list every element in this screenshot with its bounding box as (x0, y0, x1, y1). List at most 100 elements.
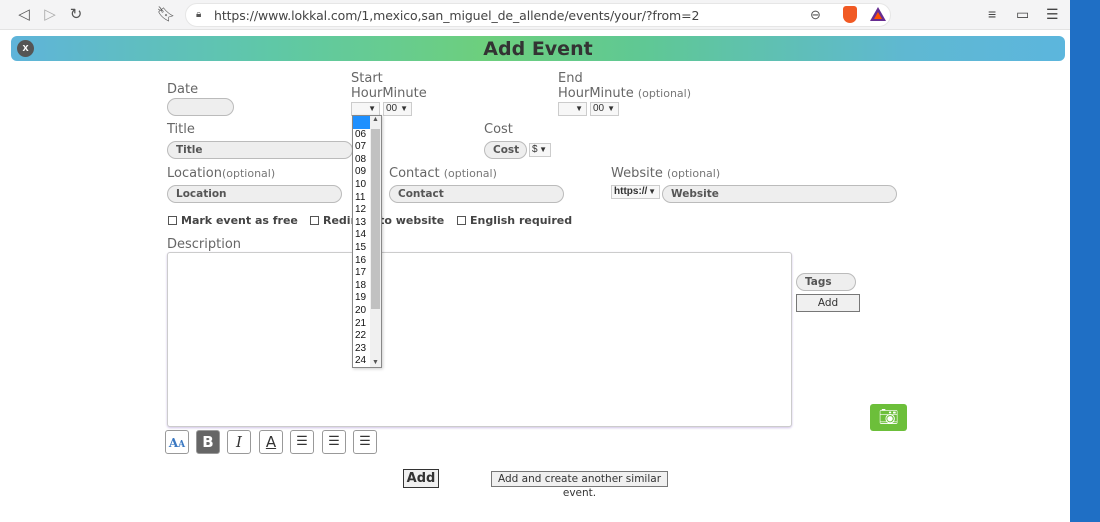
font-color-icon[interactable]: A (259, 430, 283, 454)
hour-option[interactable]: 08 (353, 154, 370, 167)
add-another-button[interactable]: Add and create another similar event. (491, 471, 668, 499)
description-editor[interactable] (167, 252, 792, 427)
date-label: Date (167, 82, 199, 97)
scroll-up-icon[interactable]: ▲ (371, 116, 380, 123)
start-minute-value: 00 (386, 103, 398, 114)
scroll-thumb[interactable] (371, 129, 380, 309)
tags-add-button[interactable]: Add (796, 294, 860, 312)
cost-input[interactable]: Cost (484, 141, 527, 159)
currency-select[interactable]: $ ▼ (529, 143, 551, 157)
hour-option[interactable]: 18 (353, 280, 370, 293)
align-center-icon[interactable]: ☰ (322, 430, 346, 454)
contact-label: Contact (optional) (389, 166, 497, 181)
url-text[interactable]: https://www.lokkal.com/1,mexico,san_migu… (214, 8, 699, 23)
hour-option[interactable]: 17 (353, 267, 370, 280)
website-input[interactable]: Website (662, 185, 897, 203)
desktop-background (1070, 0, 1100, 522)
align-right-icon[interactable]: ☰ (353, 430, 377, 454)
checkbox-redirect-box[interactable] (310, 216, 319, 225)
hour-option[interactable]: 23 (353, 343, 370, 356)
dropdown-scrollbar[interactable]: ▲ ▼ (370, 116, 381, 367)
camera-icon[interactable]: 📷︎ (870, 404, 907, 431)
playlist-icon[interactable]: ≡ (988, 6, 996, 22)
checkbox-english[interactable]: English required (457, 214, 572, 227)
hour-option[interactable]: 22 (353, 330, 370, 343)
checkbox-english-box[interactable] (457, 216, 466, 225)
chevron-down-icon: ▼ (400, 104, 408, 113)
address-bar[interactable]: 🔒︎ https://www.lokkal.com/1,mexico,san_m… (185, 3, 891, 27)
brave-shields-icon[interactable] (843, 6, 857, 23)
end-minute-select[interactable]: 00 ▼ (590, 102, 619, 116)
contact-optional: (optional) (443, 167, 497, 180)
hour-option[interactable]: 19 (353, 292, 370, 305)
brave-rewards-icon[interactable] (870, 7, 886, 21)
currency-value: $ (532, 144, 538, 155)
date-input[interactable] (167, 98, 234, 116)
hour-option[interactable]: 12 (353, 204, 370, 217)
hour-option[interactable]: 09 (353, 166, 370, 179)
hour-option[interactable] (353, 116, 370, 129)
hour-option[interactable]: 14 (353, 229, 370, 242)
align-left-icon[interactable]: ☰ (290, 430, 314, 454)
hour-option[interactable]: 15 (353, 242, 370, 255)
chevron-down-icon: ▼ (539, 145, 547, 154)
protocol-select[interactable]: https://▼ (611, 185, 660, 199)
zoom-icon[interactable]: ⊖ (810, 7, 821, 23)
end-label: End (558, 71, 583, 86)
end-hourminute-text: HourMinute (558, 86, 634, 101)
chevron-down-icon: ▼ (607, 104, 615, 113)
add-button[interactable]: Add (403, 469, 439, 488)
bookmark-icon[interactable]: 🔖︎ (156, 5, 176, 25)
hour-option[interactable]: 07 (353, 141, 370, 154)
start-minute-select[interactable]: 00 ▼ (383, 102, 412, 116)
hour-option[interactable]: 24 (353, 355, 370, 367)
end-hour-select[interactable]: ▼ (558, 102, 587, 116)
checkbox-english-label: English required (470, 214, 573, 227)
start-hourminute-label: HourMinute (351, 86, 427, 101)
hour-option[interactable]: 20 (353, 305, 370, 318)
lock-icon: 🔒︎ (196, 9, 202, 20)
protocol-value: https:// (614, 186, 648, 197)
end-minute-value: 00 (593, 103, 605, 114)
cost-label: Cost (484, 122, 513, 137)
checkbox-free[interactable]: Mark event as free (168, 214, 298, 227)
end-hourminute-label: HourMinute (optional) (558, 86, 691, 101)
location-input[interactable]: Location (167, 185, 342, 203)
contact-label-text: Contact (389, 166, 440, 181)
contact-input[interactable]: Contact (389, 185, 564, 203)
browser-toolbar: ◁ ▷ ↻ 🔖︎ 🔒︎ https://www.lokkal.com/1,mex… (0, 0, 1070, 30)
checkbox-free-box[interactable] (168, 216, 177, 225)
italic-icon[interactable]: I (227, 430, 251, 454)
font-size-icon[interactable]: AA (165, 430, 189, 454)
menu-icon[interactable]: ☰ (1046, 6, 1059, 23)
scroll-down-icon[interactable]: ▼ (371, 359, 380, 366)
reload-icon[interactable]: ↻ (66, 5, 86, 25)
title-label: Title (167, 122, 195, 137)
title-input[interactable]: Title (167, 141, 353, 159)
end-optional: (optional) (637, 87, 692, 100)
website-label: Website (optional) (611, 166, 720, 181)
hour-dropdown-list[interactable]: 06 07 08 09 10 11 12 13 14 15 16 17 18 19 20 21 22 23 24 ▲… (352, 115, 382, 368)
hour-option[interactable]: 11 (353, 192, 370, 205)
website-optional: (optional) (666, 167, 721, 180)
chevron-down-icon: ▼ (575, 104, 583, 113)
start-label: Start (351, 71, 383, 86)
location-label-text: Location (167, 166, 222, 181)
checkbox-free-label: Mark event as free (181, 214, 298, 227)
forward-icon[interactable]: ▷ (40, 5, 60, 25)
hour-option[interactable]: 21 (353, 318, 370, 331)
hour-option[interactable]: 06 (353, 129, 370, 142)
back-icon[interactable]: ◁ (14, 5, 34, 25)
hour-option[interactable]: 13 (353, 217, 370, 230)
chevron-down-icon: ▼ (648, 187, 656, 196)
tags-input[interactable]: Tags (796, 273, 856, 291)
start-hour-select[interactable]: ▼ (351, 102, 380, 116)
page-title: Add Event (483, 38, 593, 60)
browser-window: ◁ ▷ ↻ 🔖︎ 🔒︎ https://www.lokkal.com/1,mex… (0, 0, 1070, 522)
wallet-icon[interactable]: ▭ (1016, 6, 1029, 23)
chevron-down-icon: ▼ (368, 104, 376, 113)
bold-icon[interactable]: B (196, 430, 220, 454)
hour-option[interactable]: 10 (353, 179, 370, 192)
hour-option[interactable]: 16 (353, 255, 370, 268)
modal-header: x Add Event (11, 36, 1065, 61)
